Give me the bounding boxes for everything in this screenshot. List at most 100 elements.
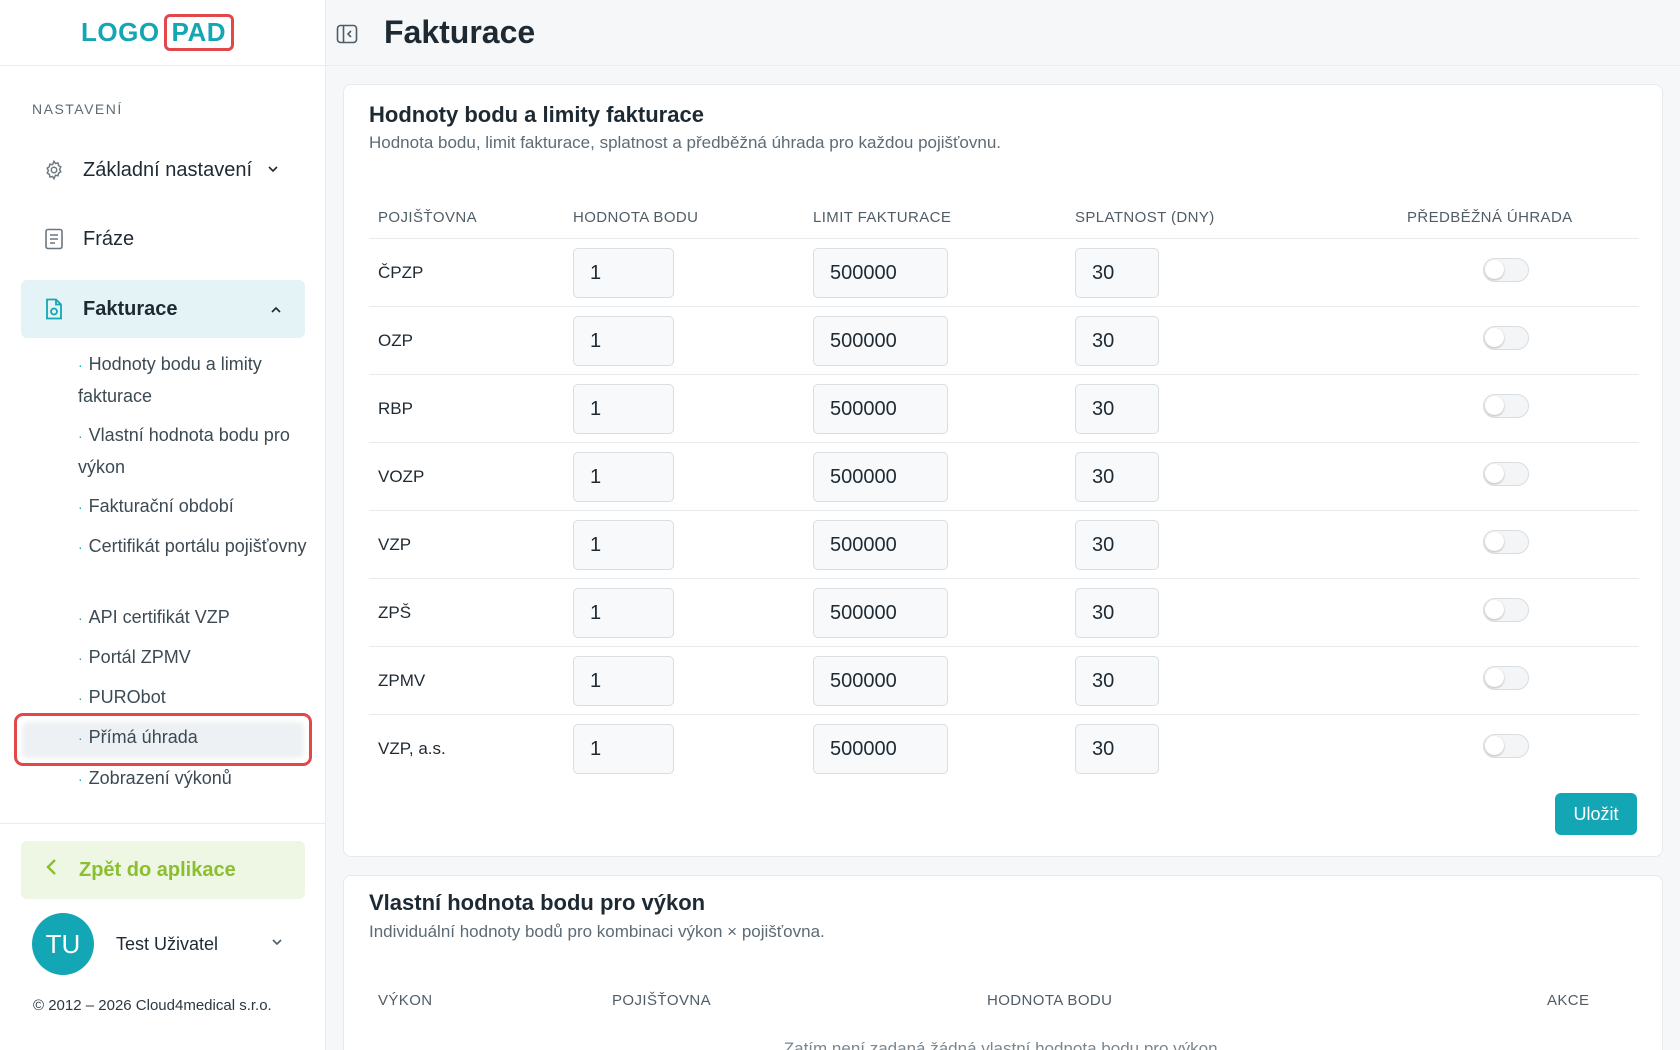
column-header: AKCE [1547, 992, 1590, 1009]
custom-point-value-card: Vlastní hodnota bodu pro výkon Individuá… [343, 875, 1663, 1050]
logo[interactable]: LOGO PAD [80, 14, 235, 51]
advance-payment-toggle[interactable] [1483, 598, 1529, 622]
submenu-item-fakturacni-obdobi[interactable]: · Fakturační období [78, 491, 308, 531]
submenu-item-api-certifikat[interactable]: · API certifikát VZP [78, 602, 308, 642]
sidebar-item-label: Fakturace [83, 297, 178, 320]
column-header: LIMIT FAKTURACE [813, 209, 952, 226]
save-button[interactable]: Uložit [1555, 793, 1637, 835]
chevron-up-icon [269, 300, 283, 323]
user-name: Test Uživatel [116, 933, 219, 954]
insurer-name: OZP [378, 331, 413, 350]
submenu-item-hodnoty-bodu[interactable]: · Hodnoty bodu a limity fakturace [78, 349, 308, 420]
fakturace-submenu: · Hodnoty bodu a limity fakturace · Vlastn… [78, 349, 308, 803]
advance-payment-toggle[interactable] [1483, 326, 1529, 350]
column-header: POJIŠŤOVNA [378, 209, 478, 226]
point-value-input[interactable]: 1 [573, 248, 674, 298]
insurer-name: ČPZP [378, 263, 424, 282]
submenu-item-prima-uhrada[interactable]: · Přímá úhrada [78, 722, 308, 763]
insurer-name: VZP [378, 535, 412, 554]
point-value-input[interactable]: 1 [573, 724, 674, 774]
point-values-card: Hodnoty bodu a limity fakturace Hodnota … [343, 84, 1663, 857]
due-days-input[interactable]: 30 [1075, 656, 1159, 706]
sidebar-collapse-icon[interactable] [336, 23, 358, 45]
invoice-limit-input[interactable]: 500000 [813, 724, 948, 774]
table-header: VÝKON POJIŠŤOVNA HODNOTA BODU AKCE [369, 980, 1639, 1026]
document-icon [43, 228, 65, 250]
point-value-input[interactable]: 1 [573, 588, 674, 638]
chevron-down-icon [270, 935, 284, 954]
table-row: ČPZP 1 500000 30 [369, 239, 1639, 307]
column-header: VÝKON [378, 992, 433, 1009]
gear-icon [43, 159, 65, 181]
logo-area: LOGO PAD [0, 0, 325, 66]
point-value-input[interactable]: 1 [573, 384, 674, 434]
table-row: RBP 1 500000 30 [369, 375, 1639, 443]
table-row: VZP, a.s. 1 500000 30 [369, 715, 1639, 783]
invoice-limit-input[interactable]: 500000 [813, 248, 948, 298]
point-value-input[interactable]: 1 [573, 452, 674, 502]
column-header: SPLATNOST (DNY) [1075, 209, 1215, 226]
sidebar-item-label: Fráze [83, 227, 135, 250]
advance-payment-toggle[interactable] [1483, 530, 1529, 554]
submenu-item-purobot[interactable]: · PURObot [78, 682, 308, 722]
sidebar-item-fakturace[interactable]: Fakturace [21, 280, 305, 338]
due-days-input[interactable]: 30 [1075, 520, 1159, 570]
due-days-input[interactable]: 30 [1075, 384, 1159, 434]
invoice-limit-input[interactable]: 500000 [813, 520, 948, 570]
invoice-limit-input[interactable]: 500000 [813, 384, 948, 434]
sidebar-item-fraze[interactable]: Fráze [21, 210, 305, 268]
sidebar-item-zakladni-nastaveni[interactable]: Základní nastavení [21, 141, 305, 199]
point-value-input[interactable]: 1 [573, 520, 674, 570]
invoice-limit-input[interactable]: 500000 [813, 452, 948, 502]
user-menu[interactable]: TU Test Uživatel [32, 913, 292, 975]
due-days-input[interactable]: 30 [1075, 724, 1159, 774]
submenu-item-certifikat-portalu[interactable]: · Certifikát portálu pojišťovny [78, 531, 308, 602]
point-value-input[interactable]: 1 [573, 316, 674, 366]
submenu-item-zobrazeni-vykonu[interactable]: · Zobrazení výkonů [78, 763, 308, 803]
advance-payment-toggle[interactable] [1483, 258, 1529, 282]
column-header: HODNOTA BODU [573, 209, 699, 226]
insurer-name: VOZP [378, 467, 425, 486]
insurer-name: ZPŠ [378, 603, 412, 622]
advance-payment-toggle[interactable] [1483, 666, 1529, 690]
copyright: © 2012 – 2026 Cloud4medical s.r.o. [33, 997, 272, 1014]
back-to-app-button[interactable]: Zpět do aplikace [21, 841, 305, 899]
point-value-input[interactable]: 1 [573, 656, 674, 706]
due-days-input[interactable]: 30 [1075, 588, 1159, 638]
submenu-item-vlastni-hodnota[interactable]: · Vlastní hodnota bodu pro výkon [78, 420, 308, 491]
chevron-left-icon [45, 858, 59, 882]
advance-payment-toggle[interactable] [1483, 394, 1529, 418]
card-title: Hodnoty bodu a limity fakturace [369, 102, 704, 127]
invoice-icon [43, 298, 65, 320]
avatar: TU [32, 913, 94, 975]
table-row: OZP 1 500000 30 [369, 307, 1639, 375]
card-subtitle: Hodnota bodu, limit fakturace, splatnost… [369, 133, 1001, 152]
table-header: POJIŠŤOVNA HODNOTA BODU LIMIT FAKTURACE … [369, 193, 1639, 239]
insurer-name: RBP [378, 399, 413, 418]
advance-payment-toggle[interactable] [1483, 462, 1529, 486]
page-title: Fakturace [384, 14, 536, 50]
column-header: HODNOTA BODU [987, 992, 1113, 1009]
top-header: Fakturace [326, 0, 1680, 66]
due-days-input[interactable]: 30 [1075, 248, 1159, 298]
sidebar-item-label: Základní nastavení [83, 158, 252, 181]
table-row: VZP 1 500000 30 [369, 511, 1639, 579]
empty-state-message: Zatím není zadaná žádná vlastní hodnota … [783, 1039, 1223, 1050]
column-header: POJIŠŤOVNA [612, 992, 712, 1009]
logo-text-part1: LOGO [80, 17, 160, 47]
invoice-limit-input[interactable]: 500000 [813, 316, 948, 366]
back-to-app-label: Zpět do aplikace [79, 858, 236, 881]
sidebar-divider [0, 823, 326, 824]
submenu-item-portal-zpmv[interactable]: · Portál ZPMV [78, 642, 308, 682]
invoice-limit-input[interactable]: 500000 [813, 656, 948, 706]
table-row: VOZP 1 500000 30 [369, 443, 1639, 511]
section-label: NASTAVENÍ [32, 101, 123, 117]
card-subtitle: Individuální hodnoty bodů pro kombinaci … [369, 922, 825, 941]
column-header: PŘEDBĚŽNÁ ÚHRADA [1407, 209, 1573, 226]
card-title: Vlastní hodnota bodu pro výkon [369, 890, 706, 915]
due-days-input[interactable]: 30 [1075, 316, 1159, 366]
advance-payment-toggle[interactable] [1483, 734, 1529, 758]
invoice-limit-input[interactable]: 500000 [813, 588, 948, 638]
logo-text-part2: PAD [163, 14, 235, 51]
due-days-input[interactable]: 30 [1075, 452, 1159, 502]
